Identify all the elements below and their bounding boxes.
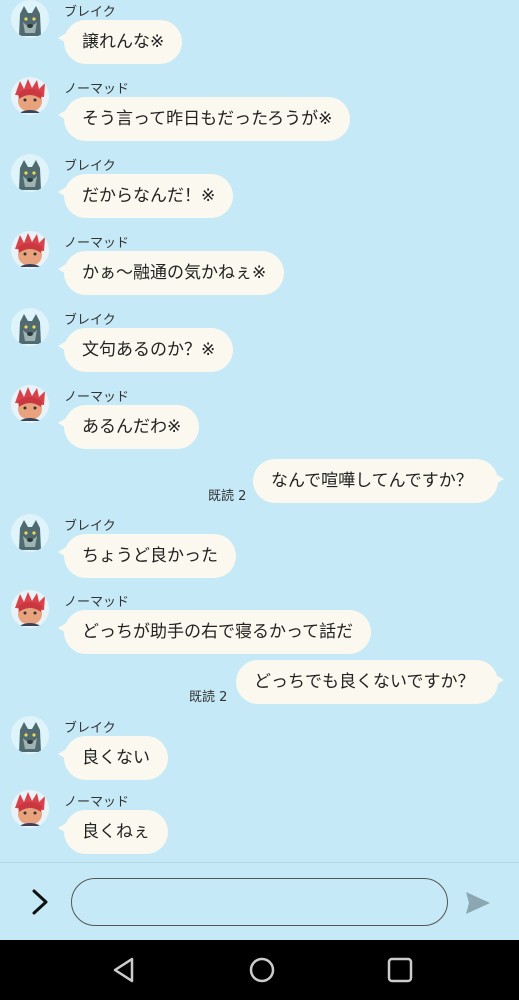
chat-area[interactable]: ブレイク 譲れんな※ ノーマッド そう言って昨日もだったろうが※ ブレイク だからなんだ！… [0,0,519,860]
input-bar [0,862,519,941]
message-bubble[interactable]: 譲れんな※ [57,20,183,64]
message-bubble[interactable]: 良くない [58,736,168,780]
system-nav-bar [0,940,519,1000]
message-bubble[interactable]: ちょうど良かった [58,534,236,578]
recents-square-icon[interactable] [386,956,414,984]
send-icon[interactable] [464,890,492,916]
sender-name: ノーマッド [64,595,130,610]
wolf-avatar[interactable] [11,716,49,754]
sender-name: ブレイク [64,159,116,174]
sender-name: ノーマッド [64,390,130,405]
message-bubble[interactable]: だからなんだ！※ [57,174,234,218]
red-haired-avatar[interactable] [11,590,49,628]
read-receipt: 既読 2 [189,690,228,705]
back-triangle-icon[interactable] [110,956,138,984]
red-haired-avatar[interactable] [11,385,49,423]
chevron-right-icon[interactable] [26,887,54,917]
message-bubble[interactable]: そう言って昨日もだったろうが※ [57,97,351,141]
message-bubble[interactable]: 良くねぇ [58,810,168,854]
message-bubble[interactable]: あるんだわ※ [57,405,200,449]
message-input[interactable] [71,878,448,926]
message-bubble[interactable]: かぁ〜融通の気かねぇ※ [57,251,285,295]
wolf-avatar[interactable] [11,154,49,192]
message-bubble-sent[interactable]: どっちでも良くないですか？ [236,660,504,704]
red-haired-avatar[interactable] [11,77,49,115]
sender-name: ノーマッド [64,236,130,251]
sender-name: ブレイク [64,5,116,20]
read-receipt: 既読 2 [208,489,247,504]
sender-name: ブレイク [64,519,116,534]
sender-name: ノーマッド [64,82,130,97]
wolf-avatar[interactable] [11,0,49,38]
home-circle-icon[interactable] [248,956,276,984]
sender-name: ブレイク [64,313,116,328]
message-bubble[interactable]: どっちが助手の右で寝るかって話だ [57,610,372,654]
red-haired-avatar[interactable] [11,231,49,269]
sender-name: ノーマッド [64,795,130,810]
message-bubble-sent[interactable]: なんで喧嘩してんですか？ [253,459,504,503]
red-haired-avatar[interactable] [11,790,49,828]
sender-name: ブレイク [64,721,116,736]
message-bubble[interactable]: 文句あるのか？※ [57,328,234,372]
wolf-avatar[interactable] [11,514,49,552]
wolf-avatar[interactable] [11,308,49,346]
